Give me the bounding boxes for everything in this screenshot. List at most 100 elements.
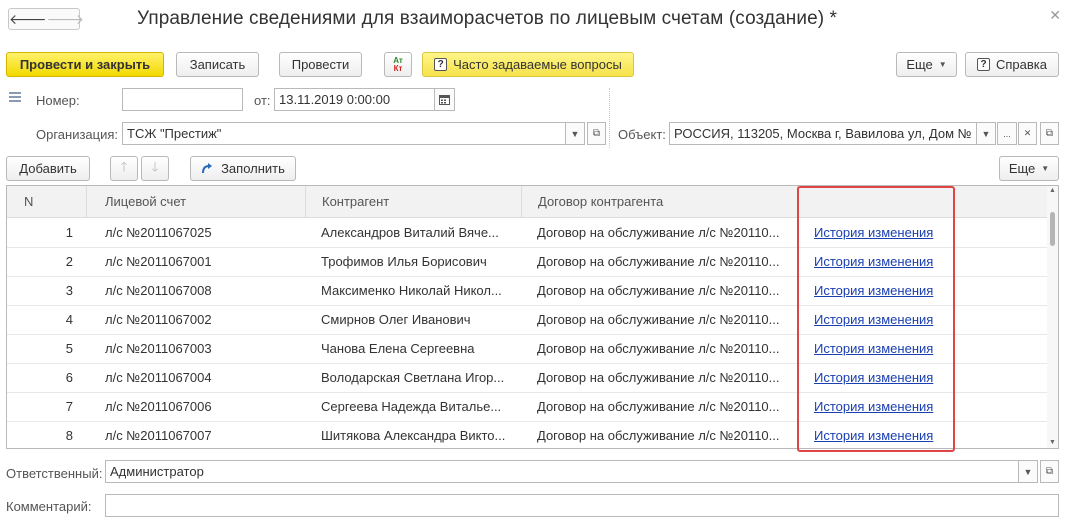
table-more-label: Еще xyxy=(1008,161,1036,176)
dt-kt-button[interactable]: Ат Кт xyxy=(384,52,412,77)
date-from-label: от: xyxy=(254,93,271,108)
cell-counterparty: Смирнов Олег Иванович xyxy=(321,312,471,327)
calendar-button[interactable] xyxy=(434,88,455,111)
table-row[interactable]: 3 л/с №2011067008 Максименко Николай Никол… xyxy=(7,277,1048,306)
history-link[interactable]: История изменения xyxy=(814,364,954,392)
dropdown-arrow-icon: ▼ xyxy=(981,128,991,139)
faq-label: Часто задаваемые вопросы xyxy=(453,57,622,72)
cell-counterparty: Максименко Николай Никол... xyxy=(321,283,502,298)
dropdown-arrow-icon: ▼ xyxy=(938,60,947,69)
cell-n: 1 xyxy=(65,225,73,240)
organization-open-button[interactable]: ⧉ xyxy=(587,122,606,145)
question-icon: ? xyxy=(434,58,448,71)
table-row[interactable]: 4 л/с №2011067002 Смирнов Олег Иванович Дог… xyxy=(7,306,1048,335)
cell-account: л/с №2011067003 xyxy=(105,341,212,356)
post-button[interactable]: Провести xyxy=(279,52,362,77)
column-header-history[interactable] xyxy=(798,186,1048,218)
history-link[interactable]: История изменения xyxy=(814,422,954,448)
object-label: Объект: xyxy=(618,127,666,142)
more-label: Еще xyxy=(906,57,933,72)
column-header-counterparty[interactable]: Контрагент xyxy=(306,186,522,218)
ellipsis-icon: ... xyxy=(1003,128,1011,139)
cell-account: л/с №2011067002 xyxy=(105,312,212,327)
cell-contract: Договор на обслуживание л/с №20110... xyxy=(537,225,780,240)
object-input[interactable]: РОССИЯ, 113205, Москва г, Вавилова ул, Д… xyxy=(669,122,977,145)
table-row[interactable]: 5 л/с №2011067003 Чанова Елена Сергеевна До… xyxy=(7,335,1048,364)
post-and-close-button[interactable]: Провести и закрыть xyxy=(6,52,164,77)
object-dropdown-button[interactable]: ▼ xyxy=(976,122,996,145)
save-button[interactable]: Записать xyxy=(176,52,259,77)
move-down-button[interactable]: 🡓 xyxy=(141,156,169,181)
close-icon[interactable]: ✕ xyxy=(1049,7,1061,24)
history-link[interactable]: История изменения xyxy=(814,335,954,363)
cell-contract: Договор на обслуживание л/с №20110... xyxy=(537,283,780,298)
comment-input[interactable] xyxy=(105,494,1059,517)
date-input[interactable]: 13.11.2019 0:00:00 xyxy=(274,88,435,111)
responsible-input[interactable]: Администратор xyxy=(105,460,1019,483)
forward-arrow-icon[interactable]: 🡒 xyxy=(47,9,85,29)
help-label: Справка xyxy=(996,57,1047,72)
history-link[interactable]: История изменения xyxy=(814,393,954,421)
scrollbar-thumb[interactable] xyxy=(1050,212,1055,246)
calendar-icon xyxy=(439,95,450,105)
more-menu-button[interactable]: Еще ▼ xyxy=(896,52,957,77)
history-link[interactable]: История изменения xyxy=(814,219,954,247)
table-more-button[interactable]: Еще ▼ xyxy=(999,156,1059,181)
cell-account: л/с №2011067025 xyxy=(105,225,212,240)
cell-contract: Договор на обслуживание л/с №20110... xyxy=(537,428,780,443)
column-header-n[interactable]: N xyxy=(7,186,87,218)
fill-button[interactable]: Заполнить xyxy=(190,156,296,181)
cell-contract: Договор на обслуживание л/с №20110... xyxy=(537,399,780,414)
scroll-up-icon[interactable]: ▲ xyxy=(1049,187,1056,194)
dropdown-arrow-icon: ▼ xyxy=(1023,466,1033,477)
object-clear-button[interactable]: ✕ xyxy=(1018,122,1037,145)
move-up-button[interactable]: 🡑 xyxy=(110,156,138,181)
dropdown-arrow-icon: ▼ xyxy=(570,128,580,139)
history-link[interactable]: История изменения xyxy=(814,248,954,276)
number-input[interactable] xyxy=(122,88,243,111)
cell-n: 8 xyxy=(65,428,73,443)
help-button[interactable]: ? Справка xyxy=(965,52,1059,77)
cell-contract: Договор на обслуживание л/с №20110... xyxy=(537,254,780,269)
cell-counterparty: Володарская Светлана Игор... xyxy=(321,370,505,385)
table-row[interactable]: 8 л/с №2011067007 Шитякова Александра Викт… xyxy=(7,422,1048,448)
table-row[interactable]: 6 л/с №2011067004 Володарская Светлана Иго… xyxy=(7,364,1048,393)
object-select-button[interactable]: ... xyxy=(997,122,1017,145)
organization-input[interactable]: ТСЖ "Престиж" xyxy=(122,122,566,145)
cell-n: 4 xyxy=(65,312,73,327)
table-body: 1 л/с №2011067025 Александров Виталий Вяче… xyxy=(7,219,1048,448)
table-row[interactable]: 2 л/с №2011067001 Трофимов Илья Борисович Д… xyxy=(7,248,1048,277)
cell-contract: Договор на обслуживание л/с №20110... xyxy=(537,312,780,327)
open-form-icon: ⧉ xyxy=(592,128,601,139)
table-row[interactable]: 1 л/с №2011067025 Александров Виталий Вяче… xyxy=(7,219,1048,248)
cell-n: 3 xyxy=(65,283,73,298)
fill-arrow-icon xyxy=(202,162,213,173)
comment-label: Комментарий: xyxy=(6,499,92,514)
cell-account: л/с №2011067008 xyxy=(105,283,212,298)
cell-n: 7 xyxy=(65,399,73,414)
cell-counterparty: Шитякова Александра Викто... xyxy=(321,428,506,443)
history-link[interactable]: История изменения xyxy=(814,277,954,305)
cell-account: л/с №2011067004 xyxy=(105,370,212,385)
organization-dropdown-button[interactable]: ▼ xyxy=(565,122,585,145)
cell-counterparty: Чанова Елена Сергеевна xyxy=(321,341,475,356)
responsible-open-button[interactable]: ⧉ xyxy=(1040,460,1059,483)
cell-account: л/с №2011067007 xyxy=(105,428,212,443)
table-row[interactable]: 7 л/с №2011067006 Сергеева Надежда Виталье… xyxy=(7,393,1048,422)
organization-label: Организация: xyxy=(36,127,119,142)
column-header-account[interactable]: Лицевой счет xyxy=(87,186,306,218)
cell-contract: Договор на обслуживание л/с №20110... xyxy=(537,370,780,385)
add-row-button[interactable]: Добавить xyxy=(6,156,90,181)
scroll-down-icon[interactable]: ▼ xyxy=(1049,439,1056,446)
back-arrow-icon[interactable]: 🡐 xyxy=(9,9,47,29)
history-link[interactable]: История изменения xyxy=(814,306,954,334)
cell-counterparty: Сергеева Надежда Виталье... xyxy=(321,399,502,414)
table-header: N Лицевой счет Контрагент Договор контра… xyxy=(7,186,1048,218)
cell-counterparty: Александров Виталий Вяче... xyxy=(321,225,499,240)
cell-account: л/с №2011067001 xyxy=(105,254,212,269)
faq-button[interactable]: ? Часто задаваемые вопросы xyxy=(422,52,634,77)
column-header-contract[interactable]: Договор контрагента xyxy=(522,186,798,218)
object-open-button[interactable]: ⧉ xyxy=(1040,122,1059,145)
responsible-dropdown-button[interactable]: ▼ xyxy=(1018,460,1038,483)
vertical-scrollbar[interactable]: ▲ ▼ xyxy=(1047,186,1058,448)
